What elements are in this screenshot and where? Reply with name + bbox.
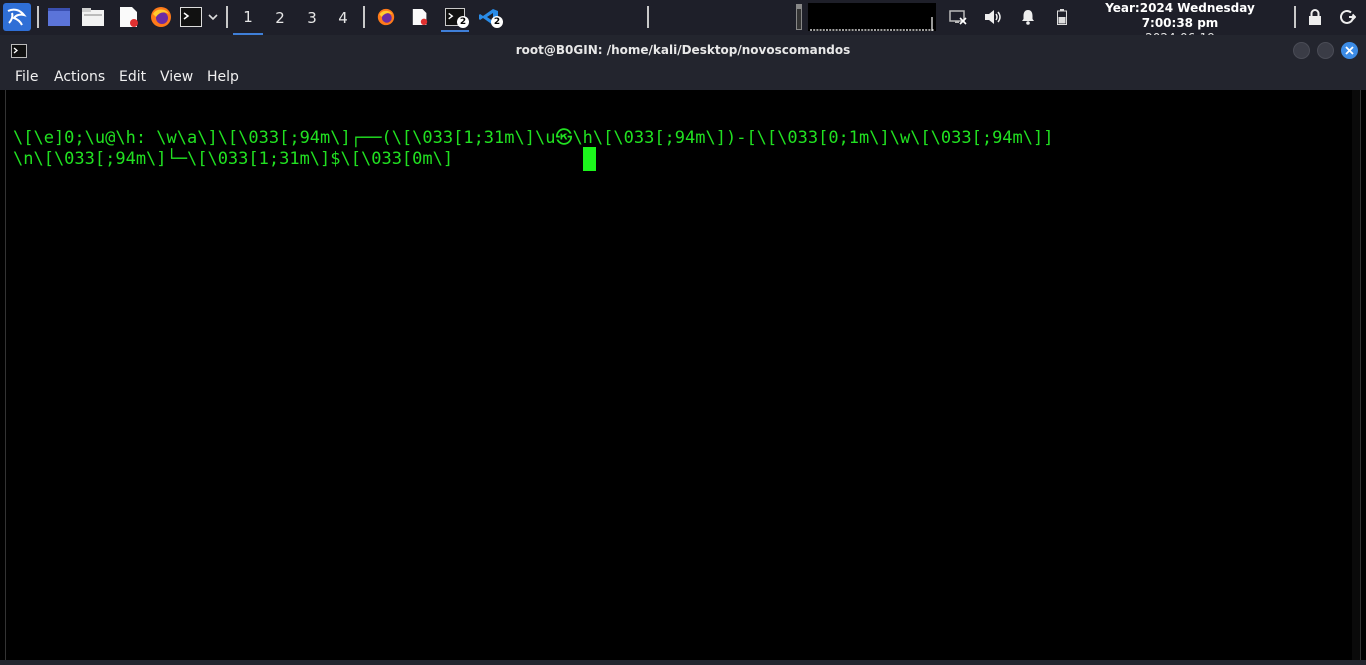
cpu-graph (807, 3, 936, 31)
chevron-down-icon (208, 14, 218, 21)
window-title: root@B0GIN: /home/kali/Desktop/novoscoma… (515, 43, 851, 57)
menu-view[interactable]: View (160, 69, 193, 85)
menu-actions[interactable]: Actions (54, 69, 105, 85)
workspace-4[interactable]: 4 (328, 0, 358, 35)
bell-icon (1022, 10, 1034, 25)
show-desktop-button[interactable] (47, 4, 71, 30)
task-text-editor[interactable] (408, 4, 432, 30)
terminal-line-2: \n\[\033[;94m\]└─\[\033[1;31m\]$\[\033[0… (13, 149, 464, 169)
panel-separator (363, 6, 365, 28)
panel-separator (37, 6, 39, 28)
power-icon (1340, 9, 1356, 24)
workspace-label: 4 (338, 8, 348, 27)
network-disconnected-icon (949, 10, 967, 25)
workspace-label: 3 (307, 8, 317, 27)
terminal-launcher-button[interactable] (179, 4, 203, 30)
battery-button[interactable] (1052, 4, 1072, 30)
window-bottom-border (0, 660, 1366, 665)
cpu-graph-widget[interactable] (793, 3, 938, 31)
window-count-badge: 2 (491, 16, 503, 28)
text-editor-icon (120, 7, 138, 27)
workspace-label: 1 (243, 7, 253, 26)
menu-file[interactable]: File (15, 69, 38, 85)
panel-separator (647, 6, 649, 28)
volume-button[interactable] (983, 4, 1003, 30)
menu-edit[interactable]: Edit (119, 69, 146, 85)
file-manager-button[interactable] (81, 4, 105, 30)
workspace-3[interactable]: 3 (297, 0, 327, 35)
clock-date-time: Year:2024 Wednesday 7:00:38 pm (1105, 1, 1255, 30)
volume-icon (985, 10, 1001, 24)
cpu-level-bar (795, 4, 802, 30)
task-firefox[interactable] (374, 4, 398, 30)
minimize-button[interactable] (1293, 42, 1310, 59)
text-editor-button[interactable] (117, 4, 141, 30)
firefox-icon (377, 8, 395, 26)
menu-help[interactable]: Help (207, 69, 239, 85)
close-button[interactable] (1341, 42, 1358, 59)
maximize-button[interactable] (1317, 42, 1334, 59)
desktop-icon (48, 8, 70, 26)
terminal-launcher-dropdown[interactable] (206, 4, 220, 30)
terminal-cursor (583, 147, 596, 171)
window-menubar: File Actions Edit View Help (0, 66, 1366, 90)
kali-dragon-icon (3, 3, 31, 31)
panel-separator (226, 6, 228, 28)
text-editor-icon (412, 9, 428, 25)
kali-menu-button[interactable] (3, 3, 31, 31)
window-titlebar[interactable]: root@B0GIN: /home/kali/Desktop/novoscoma… (0, 35, 1366, 66)
lock-icon (1309, 9, 1321, 25)
terminal-area[interactable]: \[\e]0;\u@\h: \w\a\]\[\033[;94m\]┌──(\[\… (5, 90, 1361, 660)
terminal-scrollbar[interactable] (1352, 90, 1360, 660)
folder-icon (82, 8, 104, 26)
close-icon (1345, 46, 1354, 55)
battery-icon (1057, 9, 1067, 25)
panel-separator (1294, 6, 1296, 28)
terminal-line-1: \[\e]0;\u@\h: \w\a\]\[\033[;94m\]┌──(\[\… (13, 128, 1054, 148)
task-terminal[interactable]: 2 (441, 3, 469, 32)
firefox-launcher-button[interactable] (149, 4, 173, 30)
workspace-2[interactable]: 2 (265, 0, 295, 35)
terminal-icon (180, 7, 202, 27)
window-count-badge: 2 (457, 15, 469, 28)
workspace-1[interactable]: 1 (233, 0, 263, 35)
lock-screen-button[interactable] (1305, 4, 1325, 30)
workspace-label: 2 (275, 8, 285, 27)
logout-button[interactable] (1338, 4, 1358, 30)
top-panel: 1 2 3 4 2 2 Year:2024 Wednesday 7:00:38 … (0, 0, 1366, 45)
notifications-button[interactable] (1018, 4, 1038, 30)
firefox-icon (151, 7, 171, 27)
task-vscode[interactable]: 2 (476, 4, 503, 30)
network-status-button[interactable] (948, 4, 968, 30)
